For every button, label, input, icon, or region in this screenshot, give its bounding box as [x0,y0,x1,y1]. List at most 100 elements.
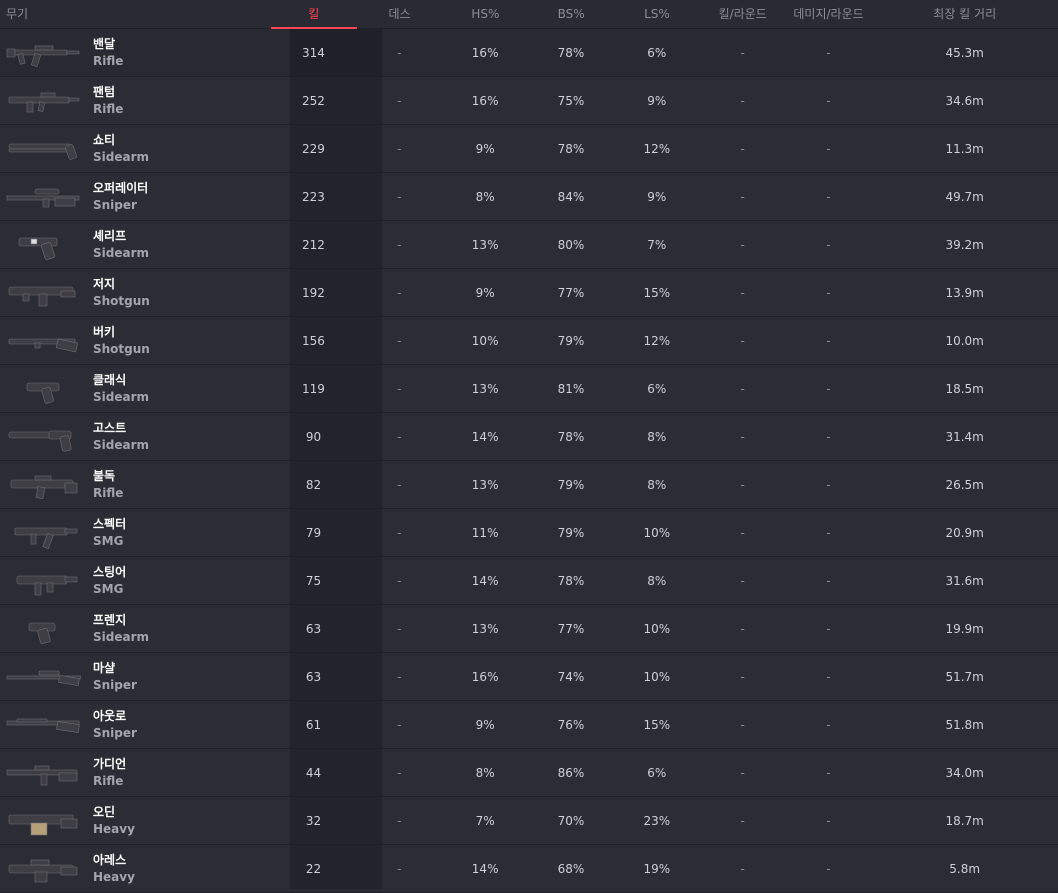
deaths-value: - [397,813,402,828]
bs-value: 84% [557,189,585,204]
kills-value: 63 [305,621,322,636]
classic-icon [5,369,81,409]
deaths-value: - [397,237,402,252]
deaths-value: - [397,717,402,732]
weapon-cell: 오딘 Heavy [0,797,271,844]
deaths-value: - [397,669,402,684]
table-row[interactable]: 아웃로 Sniper 61 - 9% 76% 15% - - 51.8m [0,701,1058,749]
table-row[interactable]: 가디언 Rifle 44 - 8% 86% 6% - - 34.0m [0,749,1058,797]
ls-value: 9% [647,93,667,108]
deaths-value: - [397,285,402,300]
ls-value: 8% [647,429,667,444]
kills-value: 229 [302,141,325,156]
deaths-value: - [397,621,402,636]
table-row[interactable]: 팬텀 Rifle 252 - 16% 75% 9% - - 34.6m [0,77,1058,125]
bs-value: 81% [557,381,585,396]
weapon-name: 팬텀 [93,84,116,99]
bulldog-icon [5,465,81,505]
hs-value: 14% [471,861,499,876]
hs-value: 10% [471,333,499,348]
table-row[interactable]: 고스트 Sidearm 90 - 14% 78% 8% - - 31.4m [0,413,1058,461]
weapon-cell: 클래식 Sidearm [0,365,271,412]
damage-per-round-value: - [826,525,831,540]
header-weapon[interactable]: 무기 [0,0,271,29]
kills-value: 119 [302,381,325,396]
weapon-cell: 스팅어 SMG [0,557,271,604]
deaths-value: - [397,381,402,396]
table-row[interactable]: 프렌지 Sidearm 63 - 13% 77% 10% - - 19.9m [0,605,1058,653]
damage-per-round-value: - [826,477,831,492]
kills-per-round-value: - [740,525,745,540]
table-row[interactable]: 마샬 Sniper 63 - 16% 74% 10% - - 51.7m [0,653,1058,701]
header-longest-kill[interactable]: 최장 킬 거리 [871,0,1058,29]
table-row[interactable]: 버키 Shotgun 156 - 10% 79% 12% - - 10.0m [0,317,1058,365]
weapon-name: 오딘 [93,804,116,819]
weapon-name: 아웃로 [93,708,127,723]
deaths-value: - [397,429,402,444]
weapon-type: Sniper [93,725,137,740]
kills-per-round-value: - [740,573,745,588]
weapon-cell: 저지 Shotgun [0,269,271,316]
kills-per-round-value: - [740,285,745,300]
ls-value: 19% [643,861,671,876]
sheriff-icon [5,225,81,265]
table-row[interactable]: 오딘 Heavy 32 - 7% 70% 23% - - 18.7m [0,797,1058,845]
kills-per-round-value: - [740,237,745,252]
table-row[interactable]: 오퍼레이터 Sniper 223 - 8% 84% 9% - - 49.7m [0,173,1058,221]
ls-value: 6% [647,765,667,780]
bs-value: 68% [557,861,585,876]
bs-value: 77% [557,285,585,300]
weapon-cell: 셰리프 Sidearm [0,221,271,268]
deaths-value: - [397,141,402,156]
weapon-type: Sidearm [93,149,150,164]
table-row[interactable]: 밴달 Rifle 314 - 16% 78% 6% - - 45.3m [0,29,1058,77]
weapon-type: SMG [93,533,124,548]
table-row[interactable]: 스펙터 SMG 79 - 11% 79% 10% - - 20.9m [0,509,1058,557]
weapon-cell: 밴달 Rifle [0,29,271,76]
header-kills[interactable]: 킬 [270,0,357,29]
header-hs[interactable]: HS% [442,0,528,29]
kills-value: 82 [305,477,322,492]
deaths-value: - [397,93,402,108]
table-row[interactable]: 쇼티 Sidearm 229 - 9% 78% 12% - - 11.3m [0,125,1058,173]
damage-per-round-value: - [826,45,831,60]
header-ls[interactable]: LS% [614,0,700,29]
weapon-cell: 불독 Rifle [0,461,271,508]
bs-value: 79% [557,525,585,540]
longest-kill-value: 18.7m [945,813,984,828]
kills-per-round-value: - [740,333,745,348]
weapon-name: 버키 [93,324,116,339]
header-bs[interactable]: BS% [528,0,614,29]
table-row[interactable]: 클래식 Sidearm 119 - 13% 81% 6% - - 18.5m [0,365,1058,413]
header-damage-per-round[interactable]: 데미지/라운드 [786,0,872,29]
longest-kill-value: 5.8m [949,861,981,876]
deaths-value: - [397,573,402,588]
weapon-type: Sidearm [93,389,150,404]
table-row[interactable]: 스팅어 SMG 75 - 14% 78% 8% - - 31.6m [0,557,1058,605]
kills-value: 44 [305,765,322,780]
header-kills-per-round[interactable]: 킬/라운드 [700,0,786,29]
table-row[interactable]: 저지 Shotgun 192 - 9% 77% 15% - - 13.9m [0,269,1058,317]
weapon-cell: 고스트 Sidearm [0,413,271,460]
weapon-type: Rifle [93,485,124,500]
table-row[interactable]: 불독 Rifle 82 - 13% 79% 8% - - 26.5m [0,461,1058,509]
table-row[interactable]: 셰리프 Sidearm 212 - 13% 80% 7% - - 39.2m [0,221,1058,269]
ls-value: 10% [643,669,671,684]
frenzy-icon [5,609,81,649]
weapon-type: Sniper [93,677,137,692]
damage-per-round-value: - [826,429,831,444]
bs-value: 79% [557,477,585,492]
kills-per-round-value: - [740,141,745,156]
damage-per-round-value: - [826,669,831,684]
damage-per-round-value: - [826,93,831,108]
header-deaths[interactable]: 데스 [357,0,443,29]
table-row[interactable]: 아레스 Heavy 22 - 14% 68% 19% - - 5.8m [0,845,1058,893]
ls-value: 23% [643,813,671,828]
deaths-value: - [397,861,402,876]
longest-kill-value: 34.6m [945,93,984,108]
kills-per-round-value: - [740,93,745,108]
bs-value: 78% [557,45,585,60]
kills-per-round-value: - [740,381,745,396]
longest-kill-value: 20.9m [945,525,984,540]
weapon-cell: 프렌지 Sidearm [0,605,271,652]
